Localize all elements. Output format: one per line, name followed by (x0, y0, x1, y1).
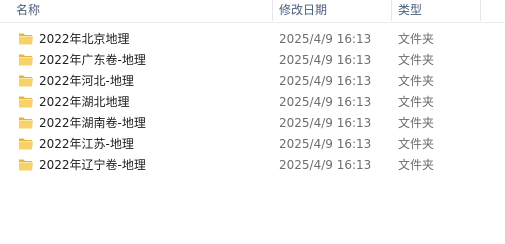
folder-row[interactable]: 2022年河北-地理 2025/4/9 16:13 文件夹 (0, 71, 505, 92)
modified-date: 2025/4/9 16:13 (279, 53, 372, 67)
folder-name: 2022年广东卷-地理 (39, 53, 146, 67)
column-divider[interactable] (272, 0, 273, 21)
column-header-bar: 名称 修改日期 类型 (0, 0, 505, 23)
item-type: 文件夹 (398, 53, 435, 67)
folder-icon (19, 54, 33, 66)
item-type: 文件夹 (398, 158, 435, 172)
folder-icon (19, 159, 33, 171)
item-type: 文件夹 (398, 74, 435, 88)
folder-name: 2022年湖北地理 (39, 95, 130, 109)
modified-date: 2025/4/9 16:13 (279, 74, 372, 88)
folder-name: 2022年湖南卷-地理 (39, 116, 146, 130)
modified-date: 2025/4/9 16:13 (279, 137, 372, 151)
folder-row[interactable]: 2022年湖南卷-地理 2025/4/9 16:13 文件夹 (0, 113, 505, 134)
folder-row[interactable]: 2022年江苏-地理 2025/4/9 16:13 文件夹 (0, 134, 505, 155)
folder-name: 2022年河北-地理 (39, 74, 134, 88)
folder-row[interactable]: 2022年北京地理 2025/4/9 16:13 文件夹 (0, 29, 505, 50)
modified-date: 2025/4/9 16:13 (279, 116, 372, 130)
column-divider[interactable] (480, 0, 481, 21)
column-header-name[interactable]: 名称 (16, 2, 266, 20)
folder-name: 2022年辽宁卷-地理 (39, 158, 146, 172)
folder-row[interactable]: 2022年辽宁卷-地理 2025/4/9 16:13 文件夹 (0, 155, 505, 176)
file-list-view: 名称 修改日期 类型 2022年北京地理 2025/4/9 16:13 文件夹 … (0, 0, 505, 244)
modified-date: 2025/4/9 16:13 (279, 32, 372, 46)
column-header-type[interactable]: 类型 (398, 2, 498, 20)
folder-icon (19, 75, 33, 87)
modified-date: 2025/4/9 16:13 (279, 95, 372, 109)
modified-date: 2025/4/9 16:13 (279, 158, 372, 172)
folder-row[interactable]: 2022年广东卷-地理 2025/4/9 16:13 文件夹 (0, 50, 505, 71)
item-type: 文件夹 (398, 32, 435, 46)
folder-icon (19, 33, 33, 45)
folder-icon (19, 117, 33, 129)
folder-row[interactable]: 2022年湖北地理 2025/4/9 16:13 文件夹 (0, 92, 505, 113)
folder-name: 2022年江苏-地理 (39, 137, 134, 151)
folder-name: 2022年北京地理 (39, 32, 130, 46)
item-type: 文件夹 (398, 116, 435, 130)
column-divider[interactable] (391, 0, 392, 21)
file-rows: 2022年北京地理 2025/4/9 16:13 文件夹 2022年广东卷-地理… (0, 29, 505, 176)
item-type: 文件夹 (398, 137, 435, 151)
item-type: 文件夹 (398, 95, 435, 109)
folder-icon (19, 96, 33, 108)
folder-icon (19, 138, 33, 150)
column-header-date[interactable]: 修改日期 (279, 2, 389, 20)
